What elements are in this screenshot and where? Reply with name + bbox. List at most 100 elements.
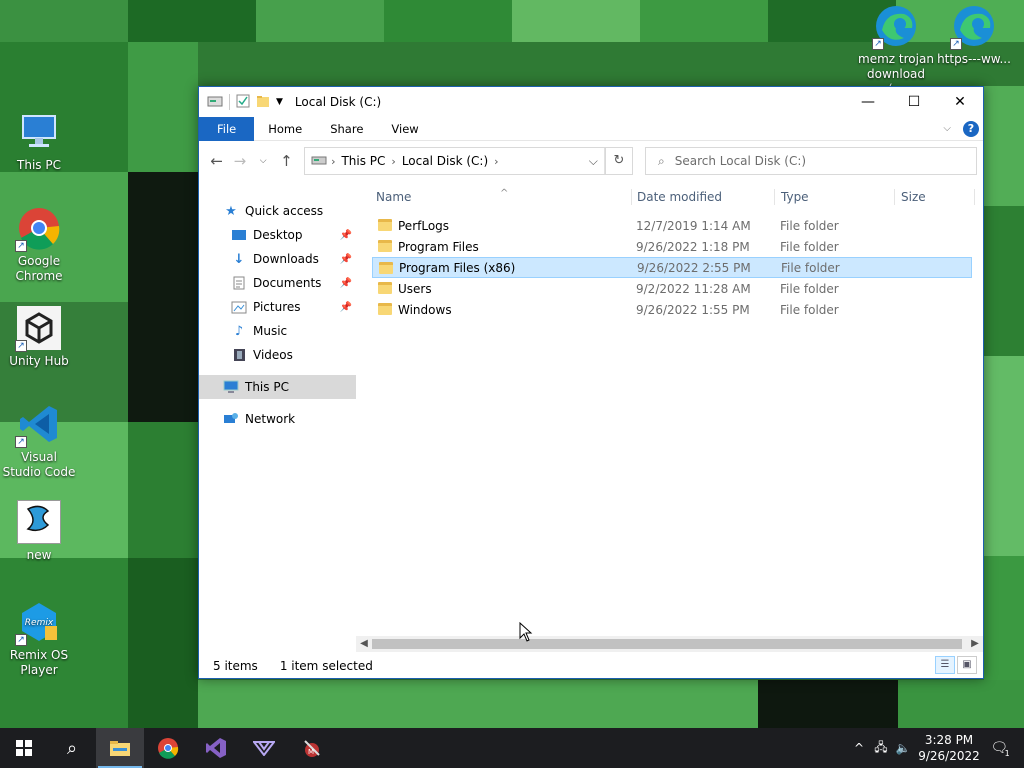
back-arrow-icon[interactable]: ← — [205, 152, 228, 170]
pin-icon[interactable]: 📌 — [340, 278, 352, 289]
tab-home[interactable]: Home — [254, 117, 316, 141]
minimize-button[interactable]: — — [845, 87, 891, 117]
search-input[interactable]: ⌕ Search Local Disk (C:) — [644, 147, 977, 175]
tab-file[interactable]: File — [199, 116, 255, 141]
file-date: 12/7/2019 1:14 AM — [636, 218, 751, 233]
expand-ribbon-chevron-icon[interactable]: ⌵ — [943, 123, 951, 134]
breadcrumb-this-pc[interactable]: This PC — [341, 154, 385, 168]
up-arrow-icon[interactable]: ↑ — [275, 152, 298, 170]
tab-share[interactable]: Share — [316, 117, 377, 141]
customize-toolbar-chevron-icon[interactable]: ▼ — [276, 97, 283, 107]
address-bar[interactable]: › This PC › Local Disk (C:) › ⌵ — [304, 147, 606, 175]
tab-view[interactable]: View — [377, 117, 432, 141]
nav-label: Quick access — [245, 204, 324, 218]
navigation-bar: ← → ⌵ ↑ › This PC › Local Disk (C:) › ⌵ … — [199, 141, 983, 181]
file-list: Name ^ Date modified Type Size PerfLogs … — [356, 181, 983, 654]
nav-videos[interactable]: Videos — [199, 343, 356, 367]
taskbar-app[interactable]: M — [288, 728, 336, 768]
breadcrumb-separator-icon[interactable]: › — [391, 155, 395, 168]
title-bar[interactable]: ▼ Local Disk (C:) — ☐ ✕ — [199, 87, 983, 117]
window-title: Local Disk (C:) — [294, 95, 382, 109]
nav-label: This PC — [245, 380, 289, 394]
item-count: 5 items — [213, 659, 258, 673]
table-row-selected[interactable]: Program Files (x86) 9/26/2022 2:55 PM Fi… — [372, 257, 972, 278]
desktop-icon-new[interactable]: new — [1, 500, 77, 563]
address-history-chevron-icon[interactable]: ⌵ — [583, 148, 605, 174]
maximize-button[interactable]: ☐ — [891, 87, 937, 117]
table-row[interactable]: PerfLogs 12/7/2019 1:14 AM File folder — [372, 215, 972, 236]
nav-music[interactable]: ♪ Music — [199, 319, 356, 343]
help-button[interactable]: ? — [963, 120, 979, 137]
search-button[interactable]: ⌕ — [48, 728, 96, 768]
column-header-name[interactable]: Name ^ — [376, 188, 632, 205]
visual-studio-icon — [206, 738, 226, 758]
desktop-icon-unity-hub[interactable]: ↗ Unity Hub — [1, 306, 77, 369]
nav-downloads[interactable]: ↓ Downloads 📌 — [199, 247, 356, 271]
column-header-date-modified[interactable]: Date modified — [637, 189, 775, 205]
nav-label: Pictures — [253, 300, 301, 314]
remix-os-icon: Remix ↗ — [15, 600, 61, 646]
nav-desktop[interactable]: Desktop 📌 — [199, 223, 356, 247]
large-icons-view-icon[interactable]: ▣ — [957, 656, 977, 674]
folder-icon — [378, 240, 392, 252]
scrollbar-thumb[interactable] — [372, 639, 962, 649]
taskbar-chrome[interactable] — [144, 728, 192, 768]
refresh-button[interactable]: ↻ — [605, 147, 633, 175]
column-header-type[interactable]: Type — [781, 189, 895, 205]
desktop-icon-vscode[interactable]: ↗ Visual Studio Code — [1, 402, 77, 480]
nav-this-pc[interactable]: This PC — [199, 375, 356, 399]
nav-label: Network — [245, 412, 296, 426]
search-icon: ⌕ — [66, 737, 78, 759]
desktop-icon-google-chrome[interactable]: ↗ Google Chrome — [1, 206, 77, 284]
new-folder-icon[interactable] — [256, 94, 270, 111]
clock[interactable]: 3:28 PM 9/26/2022 — [914, 732, 984, 764]
nav-label: Music — [253, 324, 288, 338]
desktop-icon-label: Remix OS Player — [9, 648, 69, 677]
taskbar-file-explorer[interactable] — [96, 728, 144, 768]
music-note-icon: ♪ — [234, 323, 244, 339]
start-button[interactable] — [0, 728, 48, 768]
pin-icon[interactable]: 📌 — [340, 254, 352, 265]
desktop-icon-remix-os-player[interactable]: Remix ↗ Remix OS Player — [1, 600, 77, 678]
table-row[interactable]: Users 9/2/2022 11:28 AM File folder — [372, 278, 972, 299]
recent-locations-chevron-icon[interactable]: ⌵ — [252, 156, 275, 166]
forward-arrow-icon[interactable]: → — [228, 152, 251, 170]
desktop-icon-https-shortcut[interactable]: ↗ https---ww... — [936, 4, 1012, 67]
show-hidden-icons-chevron-icon[interactable]: ^ — [848, 741, 870, 755]
scroll-left-arrow-icon[interactable]: ◀ — [356, 636, 372, 652]
action-center-button[interactable]: 🗨 1 — [984, 740, 1024, 758]
taskbar-visual-studio[interactable] — [192, 728, 240, 768]
details-view-icon[interactable]: ☰ — [935, 656, 955, 674]
notification-count: 1 — [1004, 749, 1010, 758]
breadcrumb-local-disk[interactable]: Local Disk (C:) — [402, 154, 488, 168]
desktop-icon-label: This PC — [17, 158, 61, 172]
desktop-icon-memz-download[interactable]: ↗ memz trojan download (... — [858, 4, 934, 97]
nav-label: Videos — [253, 348, 293, 362]
nav-pictures[interactable]: Pictures 📌 — [199, 295, 356, 319]
horizontal-scrollbar[interactable]: ◀ ▶ — [356, 636, 983, 652]
film-icon — [231, 347, 247, 363]
nav-quick-access[interactable]: ★ Quick access — [199, 199, 356, 223]
nav-network[interactable]: Network — [199, 407, 356, 431]
breadcrumb-separator-icon[interactable]: › — [331, 155, 335, 168]
desktop-icon-label: Google Chrome — [15, 254, 63, 283]
nav-label: Documents — [253, 276, 322, 290]
document-icon — [231, 275, 247, 291]
column-header-size[interactable]: Size — [901, 189, 975, 205]
scroll-right-arrow-icon[interactable]: ▶ — [967, 636, 983, 652]
network-status-icon[interactable]: 🖧 — [870, 738, 892, 759]
close-button[interactable]: ✕ — [937, 87, 983, 117]
pin-icon[interactable]: 📌 — [340, 302, 352, 313]
breadcrumb-separator-icon[interactable]: › — [494, 155, 498, 168]
table-row[interactable]: Windows 9/26/2022 1:55 PM File folder — [372, 299, 972, 320]
drive-icon — [311, 154, 327, 169]
search-placeholder: Search Local Disk (C:) — [674, 154, 807, 168]
folder-icon — [379, 262, 393, 274]
properties-icon[interactable] — [236, 94, 250, 111]
taskbar-unity-hub[interactable] — [240, 728, 288, 768]
volume-icon[interactable]: 🔈 — [892, 741, 914, 755]
desktop-icon-this-pc[interactable]: This PC — [1, 110, 77, 173]
table-row[interactable]: Program Files 9/26/2022 1:18 PM File fol… — [372, 236, 972, 257]
nav-documents[interactable]: Documents 📌 — [199, 271, 356, 295]
pin-icon[interactable]: 📌 — [340, 230, 352, 241]
